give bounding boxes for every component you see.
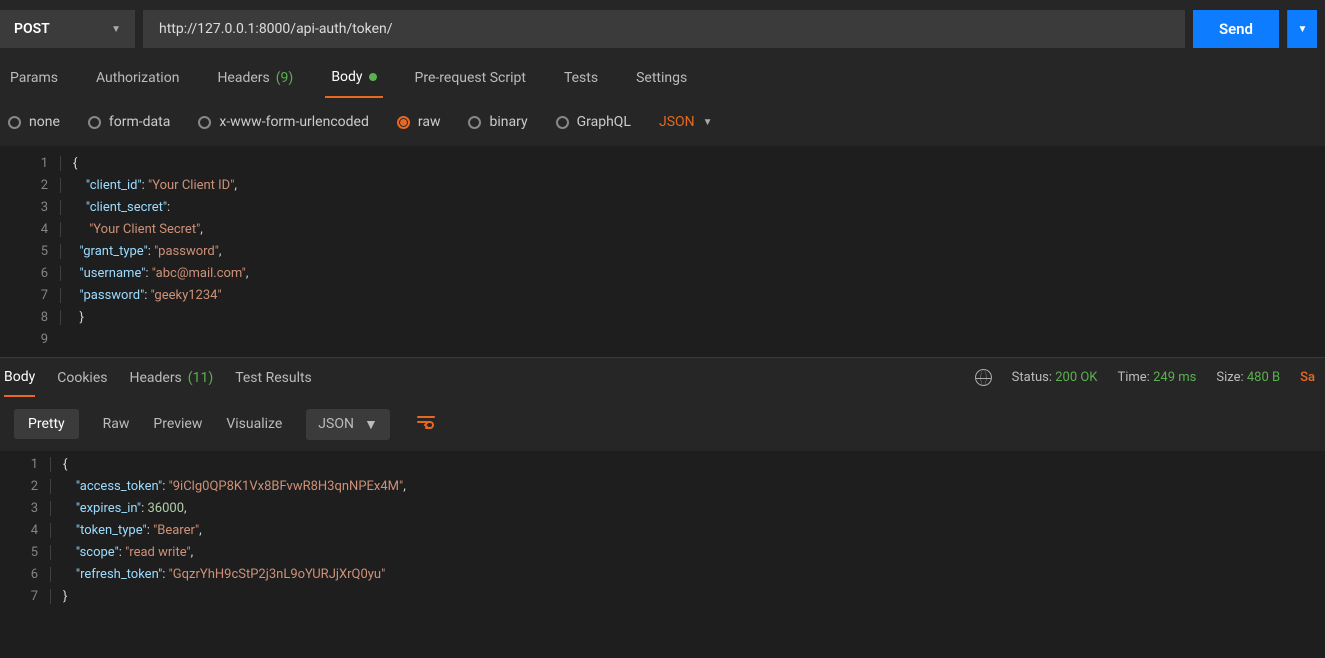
request-tabs: Params Authorization Headers (9) Body Pr… [0, 58, 1325, 98]
tab-params[interactable]: Params [4, 58, 64, 98]
content-type-select[interactable]: JSON▼ [659, 114, 713, 130]
body-type-xwww[interactable]: x-www-form-urlencoded [198, 114, 369, 130]
radio-icon [8, 116, 21, 129]
radio-icon [556, 116, 569, 129]
tab-tests[interactable]: Tests [558, 58, 604, 98]
http-method-select[interactable]: POST ▼ [0, 10, 135, 48]
response-format-select[interactable]: JSON▼ [306, 409, 390, 440]
modified-dot-icon [369, 73, 377, 81]
view-visualize[interactable]: Visualize [226, 416, 282, 432]
tab-body[interactable]: Body [325, 58, 382, 98]
tab-settings[interactable]: Settings [630, 58, 693, 98]
body-type-raw[interactable]: raw [397, 114, 441, 130]
radio-icon [88, 116, 101, 129]
view-pretty[interactable]: Pretty [14, 409, 79, 439]
body-type-binary[interactable]: binary [468, 114, 527, 130]
response-body-viewer[interactable]: 1{ 2 "access_token": "9iClg0QP8K1Vx8BFvw… [0, 453, 1325, 607]
send-split-button[interactable]: ▼ [1287, 10, 1317, 48]
tab-headers[interactable]: Headers (9) [211, 58, 299, 98]
chevron-down-icon: ▼ [364, 416, 378, 433]
body-type-row: none form-data x-www-form-urlencoded raw… [0, 98, 1325, 146]
response-tab-body[interactable]: Body [4, 358, 35, 397]
radio-icon [468, 116, 481, 129]
tab-pre-request[interactable]: Pre-request Script [409, 58, 532, 98]
body-type-form-data[interactable]: form-data [88, 114, 170, 130]
chevron-down-icon: ▼ [111, 24, 121, 35]
size-label: Size: 480 B [1216, 370, 1280, 385]
time-label: Time: 249 ms [1117, 370, 1196, 385]
chevron-down-icon: ▼ [1298, 24, 1308, 35]
body-type-graphql[interactable]: GraphQL [556, 114, 631, 130]
url-input[interactable] [143, 10, 1185, 48]
radio-icon [198, 116, 211, 129]
request-body-editor[interactable]: 1{ 2 "client_id": "Your Client ID", 3 "c… [0, 152, 1325, 357]
globe-icon[interactable] [975, 369, 992, 386]
body-type-none[interactable]: none [8, 114, 60, 130]
send-button[interactable]: Send [1193, 10, 1279, 48]
view-raw[interactable]: Raw [103, 416, 130, 432]
radio-icon [397, 116, 410, 129]
tab-authorization[interactable]: Authorization [90, 58, 185, 98]
save-response-link[interactable]: Sa [1300, 370, 1315, 385]
view-preview[interactable]: Preview [153, 416, 202, 432]
http-method-value: POST [14, 21, 50, 37]
response-tab-cookies[interactable]: Cookies [57, 358, 107, 397]
wrap-lines-icon[interactable] [416, 414, 436, 435]
chevron-down-icon: ▼ [703, 117, 713, 128]
response-tab-headers[interactable]: Headers (11) [129, 358, 213, 397]
response-tab-test-results[interactable]: Test Results [235, 358, 312, 397]
status-label: Status: 200 OK [1012, 370, 1098, 385]
